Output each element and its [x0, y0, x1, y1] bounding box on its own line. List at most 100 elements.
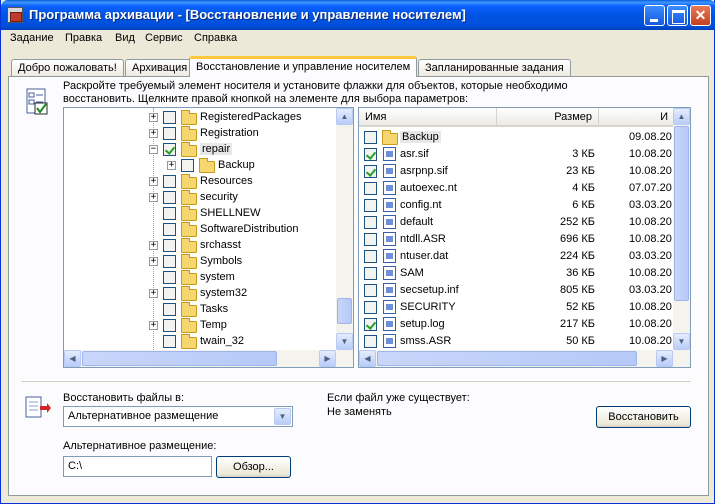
tree-item[interactable]: Tasks: [64, 302, 353, 318]
menu-help[interactable]: Справка: [194, 32, 237, 44]
tree-checkbox[interactable]: [163, 127, 176, 140]
expand-icon[interactable]: +: [149, 177, 158, 186]
tree-horizontal-scrollbar[interactable]: ◀ ▶: [64, 350, 353, 367]
tree-item[interactable]: SHELLNEW: [64, 206, 353, 222]
list-row[interactable]: asr.sif 3 КБ 10.08.20: [359, 146, 690, 162]
list-row[interactable]: SAM 36 КБ 10.08.20: [359, 265, 690, 281]
tab-backup[interactable]: Архивация: [125, 59, 195, 77]
tree-checkbox[interactable]: [163, 287, 176, 300]
file-checkbox[interactable]: [364, 267, 377, 280]
tree-vertical-scrollbar[interactable]: ▲ ▼: [336, 108, 353, 367]
tab-restore[interactable]: Восстановление и управление носителем: [189, 56, 418, 77]
list-vscroll-thumb[interactable]: [674, 126, 689, 301]
column-header-size[interactable]: Размер: [497, 108, 599, 127]
maximize-button[interactable]: [667, 5, 688, 26]
file-checkbox[interactable]: [364, 318, 377, 331]
expand-icon[interactable]: +: [167, 161, 176, 170]
tree-vscroll-thumb[interactable]: [337, 298, 352, 324]
expand-icon[interactable]: +: [149, 241, 158, 250]
tree-checkbox[interactable]: [163, 335, 176, 348]
tree-item[interactable]: SoftwareDistribution: [64, 222, 353, 238]
tree-checkbox[interactable]: [163, 303, 176, 316]
tree-item[interactable]: + Resources: [64, 174, 353, 190]
list-horizontal-scrollbar[interactable]: ◀ ▶: [359, 350, 690, 367]
minimize-button[interactable]: [644, 5, 665, 26]
file-list[interactable]: Имя Размер И Backup 09.08.20 asr.sif 3 КБ 10…: [358, 107, 691, 368]
tree-item[interactable]: + security: [64, 190, 353, 206]
list-row[interactable]: asrpnp.sif 23 КБ 10.08.20: [359, 163, 690, 179]
tree-item[interactable]: system: [64, 270, 353, 286]
folder-tree[interactable]: + RegisteredPackages + Registration − repair +…: [63, 107, 354, 368]
file-checkbox[interactable]: [364, 233, 377, 246]
list-row[interactable]: smss.ASR 50 КБ 10.08.20: [359, 333, 690, 349]
browse-button[interactable]: Обзор...: [216, 456, 291, 478]
expand-icon[interactable]: +: [149, 321, 158, 330]
tree-checkbox[interactable]: [181, 159, 194, 172]
file-checkbox[interactable]: [364, 301, 377, 314]
tree-item[interactable]: + Temp: [64, 318, 353, 334]
file-checkbox[interactable]: [364, 165, 377, 178]
tree-item[interactable]: + system32: [64, 286, 353, 302]
tree-checkbox[interactable]: [163, 175, 176, 188]
list-row[interactable]: Backup 09.08.20: [359, 129, 690, 145]
file-checkbox[interactable]: [364, 284, 377, 297]
alt-location-field[interactable]: C:\: [63, 456, 212, 477]
tree-item[interactable]: + Registration: [64, 126, 353, 142]
list-hscroll-thumb[interactable]: [377, 351, 637, 366]
tree-item[interactable]: + Backup: [64, 158, 353, 174]
file-checkbox[interactable]: [364, 335, 377, 348]
menu-task[interactable]: Задание: [10, 32, 54, 44]
tree-item[interactable]: + srchasst: [64, 238, 353, 254]
scroll-up-icon[interactable]: ▲: [673, 108, 690, 125]
file-checkbox[interactable]: [364, 182, 377, 195]
tree-hscroll-thumb[interactable]: [82, 351, 277, 366]
tree-item[interactable]: + Symbols: [64, 254, 353, 270]
menu-view[interactable]: Вид: [115, 32, 135, 44]
menu-edit[interactable]: Правка: [65, 32, 102, 44]
scroll-right-icon[interactable]: ▶: [656, 350, 673, 367]
tree-checkbox[interactable]: [163, 239, 176, 252]
expand-icon[interactable]: +: [149, 113, 158, 122]
tree-item[interactable]: − repair: [64, 142, 353, 158]
menu-tools[interactable]: Сервис: [145, 32, 183, 44]
tree-checkbox[interactable]: [163, 191, 176, 204]
backup-app-icon[interactable]: [7, 7, 23, 23]
chevron-down-icon[interactable]: ▼: [274, 408, 291, 425]
tree-item[interactable]: + RegisteredPackages: [64, 110, 353, 126]
column-header-date[interactable]: И: [599, 108, 675, 127]
restore-button[interactable]: Восстановить: [596, 406, 691, 428]
tree-checkbox[interactable]: [163, 223, 176, 236]
file-checkbox[interactable]: [364, 199, 377, 212]
file-checkbox[interactable]: [364, 148, 377, 161]
scroll-down-icon[interactable]: ▼: [336, 333, 353, 350]
list-row[interactable]: default 252 КБ 10.08.20: [359, 214, 690, 230]
scroll-up-icon[interactable]: ▲: [336, 108, 353, 125]
list-row[interactable]: ntdll.ASR 696 КБ 10.08.20: [359, 231, 690, 247]
tab-scheduled[interactable]: Запланированные задания: [418, 59, 571, 77]
file-checkbox[interactable]: [364, 250, 377, 263]
tree-checkbox[interactable]: [163, 255, 176, 268]
list-row[interactable]: ntuser.dat 224 КБ 03.03.20: [359, 248, 690, 264]
expand-icon[interactable]: +: [149, 193, 158, 202]
list-row[interactable]: autoexec.nt 4 КБ 07.07.20: [359, 180, 690, 196]
list-vertical-scrollbar[interactable]: ▲ ▼: [673, 108, 690, 367]
scroll-left-icon[interactable]: ◀: [359, 350, 376, 367]
tree-checkbox[interactable]: [163, 111, 176, 124]
tree-checkbox[interactable]: [163, 207, 176, 220]
expand-icon[interactable]: +: [149, 129, 158, 138]
expand-icon[interactable]: +: [149, 289, 158, 298]
tab-welcome[interactable]: Добро пожаловать!: [11, 59, 124, 77]
tree-checkbox[interactable]: [163, 143, 176, 156]
title-bar[interactable]: Программа архивации - [Восстановление и …: [1, 0, 715, 30]
expand-icon[interactable]: +: [149, 257, 158, 266]
tree-item[interactable]: twain_32: [64, 334, 353, 350]
scroll-down-icon[interactable]: ▼: [673, 333, 690, 350]
list-row[interactable]: secsetup.inf 805 КБ 03.03.20: [359, 282, 690, 298]
tree-checkbox[interactable]: [163, 271, 176, 284]
scroll-right-icon[interactable]: ▶: [319, 350, 336, 367]
restore-to-dropdown[interactable]: Альтернативное размещение ▼: [63, 406, 293, 427]
tree-checkbox[interactable]: [163, 319, 176, 332]
column-header-name[interactable]: Имя: [359, 108, 497, 127]
file-checkbox[interactable]: [364, 131, 377, 144]
close-button[interactable]: ✕: [690, 5, 711, 26]
